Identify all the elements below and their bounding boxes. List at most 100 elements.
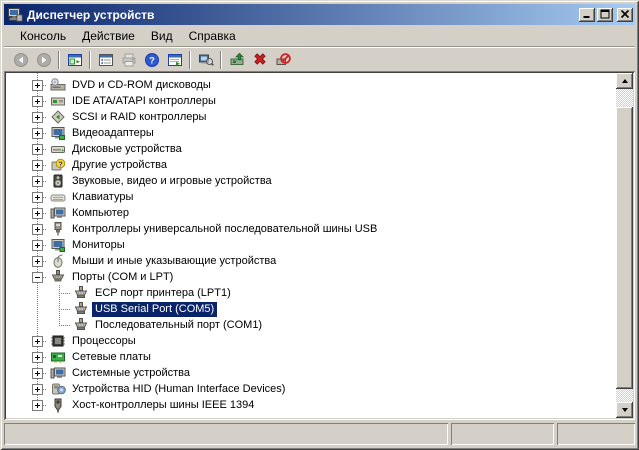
expand-toggle[interactable] [32, 367, 43, 379]
mouse-icon [50, 253, 66, 269]
tree-item[interactable]: Компьютер [6, 205, 616, 221]
tree-item-label[interactable]: Звуковые, видео и игровые устройства [69, 174, 275, 189]
disable-button[interactable] [271, 49, 294, 71]
expand-toggle[interactable] [32, 111, 43, 123]
show-hide-tree-button[interactable] [63, 49, 86, 71]
export-list-icon [167, 52, 183, 68]
menu-bar: Консоль Действие Вид Справка [4, 25, 635, 47]
expand-toggle[interactable] [32, 239, 43, 251]
serial-port-icon [73, 285, 89, 301]
tree-item[interactable]: Последовательный порт (COM1) [6, 317, 616, 333]
tree-item[interactable]: Клавиатуры [6, 189, 616, 205]
menu-item-help[interactable]: Справка [181, 27, 244, 45]
tree-connector [43, 388, 47, 390]
keyboard-icon [50, 189, 66, 205]
tree-item-label[interactable]: Контроллеры универсальной последовательн… [69, 222, 380, 237]
expand-toggle[interactable] [32, 335, 43, 347]
expand-toggle[interactable] [32, 143, 43, 155]
tree-connector [43, 404, 47, 406]
expand-toggle[interactable] [32, 159, 43, 171]
tree-item[interactable]: Порты (COM и LPT) [6, 269, 616, 285]
expand-toggle[interactable] [32, 223, 43, 235]
menu-item-action[interactable]: Действие [74, 27, 143, 45]
uninstall-icon [252, 52, 268, 68]
tree-item[interactable]: Видеоадаптеры [6, 125, 616, 141]
scrollbar-thumb[interactable] [616, 107, 633, 389]
print-button[interactable] [117, 49, 140, 71]
tree-item-label[interactable]: Порты (COM и LPT) [69, 270, 176, 285]
tree-item-label[interactable]: Дисковые устройства [69, 142, 185, 157]
expand-toggle[interactable] [32, 79, 43, 91]
tree-item[interactable]: ECP порт принтера (LPT1) [6, 285, 616, 301]
tree-item[interactable]: Мониторы [6, 237, 616, 253]
toolbar-separator [58, 50, 60, 69]
expand-toggle[interactable] [32, 351, 43, 363]
minimize-button[interactable] [579, 7, 595, 22]
tree-item-label[interactable]: Видеоадаптеры [69, 126, 157, 141]
tree-item[interactable]: USB Serial Port (COM5) [6, 301, 616, 317]
vertical-scrollbar[interactable] [616, 73, 633, 418]
properties-icon [98, 52, 114, 68]
tree-item[interactable]: Мыши и иные указывающие устройства [6, 253, 616, 269]
device-tree: DVD и CD-ROM дисководы IDE ATA/ATAPI конт… [6, 73, 616, 418]
forward-icon [36, 52, 52, 68]
menu-item-view[interactable]: Вид [143, 27, 181, 45]
expand-toggle[interactable] [32, 383, 43, 395]
tree-item-label[interactable]: Другие устройства [69, 158, 170, 173]
tree-item-label[interactable]: USB Serial Port (COM5) [92, 301, 218, 317]
tree-item[interactable]: Сетевые платы [6, 349, 616, 365]
tree-item-label[interactable]: Мониторы [69, 238, 128, 253]
tree-item[interactable]: Системные устройства [6, 365, 616, 381]
menu-item-console[interactable]: Консоль [12, 27, 74, 45]
tree-item[interactable]: SCSI и RAID контроллеры [6, 109, 616, 125]
expand-toggle[interactable] [32, 191, 43, 203]
tree-item[interactable]: Хост-контроллеры шины IEEE 1394 [6, 397, 616, 413]
scan-hardware-button[interactable] [194, 49, 217, 71]
tree-item-label[interactable]: IDE ATA/ATAPI контроллеры [69, 94, 219, 109]
tree-item[interactable]: Контроллеры универсальной последовательн… [6, 221, 616, 237]
expand-toggle[interactable] [32, 95, 43, 107]
tree-item-label[interactable]: DVD и CD-ROM дисководы [69, 78, 214, 93]
back-button[interactable] [9, 49, 32, 71]
export-list-button[interactable] [163, 49, 186, 71]
scroll-down-button[interactable] [616, 402, 633, 418]
tree-item-label[interactable]: Процессоры [69, 334, 139, 349]
expand-toggle[interactable] [32, 255, 43, 267]
tree-item-label[interactable]: Компьютер [69, 206, 132, 221]
tree-item-label[interactable]: Сетевые платы [69, 350, 154, 365]
tree-connector [43, 244, 47, 246]
tree-item-label[interactable]: Устройства HID (Human Interface Devices) [69, 382, 288, 397]
properties-button[interactable] [94, 49, 117, 71]
expand-toggle[interactable] [32, 175, 43, 187]
update-driver-button[interactable] [225, 49, 248, 71]
tree-item[interactable]: ? Другие устройства [6, 157, 616, 173]
tree-item-label[interactable]: Хост-контроллеры шины IEEE 1394 [69, 398, 257, 413]
uninstall-button[interactable] [248, 49, 271, 71]
tree-item[interactable]: Процессоры [6, 333, 616, 349]
tree-item[interactable]: DVD и CD-ROM дисководы [6, 77, 616, 93]
maximize-button[interactable] [597, 6, 613, 24]
titlebar[interactable]: Диспетчер устройств [4, 4, 635, 25]
expand-toggle[interactable] [32, 127, 43, 139]
close-button[interactable] [617, 7, 633, 22]
tree-item-label[interactable]: SCSI и RAID контроллеры [69, 110, 209, 125]
expand-toggle[interactable] [32, 207, 43, 219]
arrow-down-icon [621, 408, 628, 412]
tree-item-label[interactable]: ECP порт принтера (LPT1) [92, 286, 234, 301]
tree-item[interactable]: Устройства HID (Human Interface Devices) [6, 381, 616, 397]
disable-icon [275, 52, 291, 68]
forward-button[interactable] [32, 49, 55, 71]
status-panel [451, 423, 554, 445]
tree-item-label[interactable]: Последовательный порт (COM1) [92, 318, 265, 333]
scroll-up-button[interactable] [616, 73, 633, 89]
tree-item-label[interactable]: Клавиатуры [69, 190, 136, 205]
tree-item-label[interactable]: Системные устройства [69, 366, 193, 381]
expand-toggle[interactable] [32, 399, 43, 411]
tree-item[interactable]: Дисковые устройства [6, 141, 616, 157]
tree-item[interactable]: Звуковые, видео и игровые устройства [6, 173, 616, 189]
maximize-icon [600, 6, 610, 24]
tree-item-label[interactable]: Мыши и иные указывающие устройства [69, 254, 279, 269]
tree-item[interactable]: IDE ATA/ATAPI контроллеры [6, 93, 616, 109]
expand-toggle[interactable] [32, 271, 43, 283]
help-button[interactable]: ? [140, 49, 163, 71]
